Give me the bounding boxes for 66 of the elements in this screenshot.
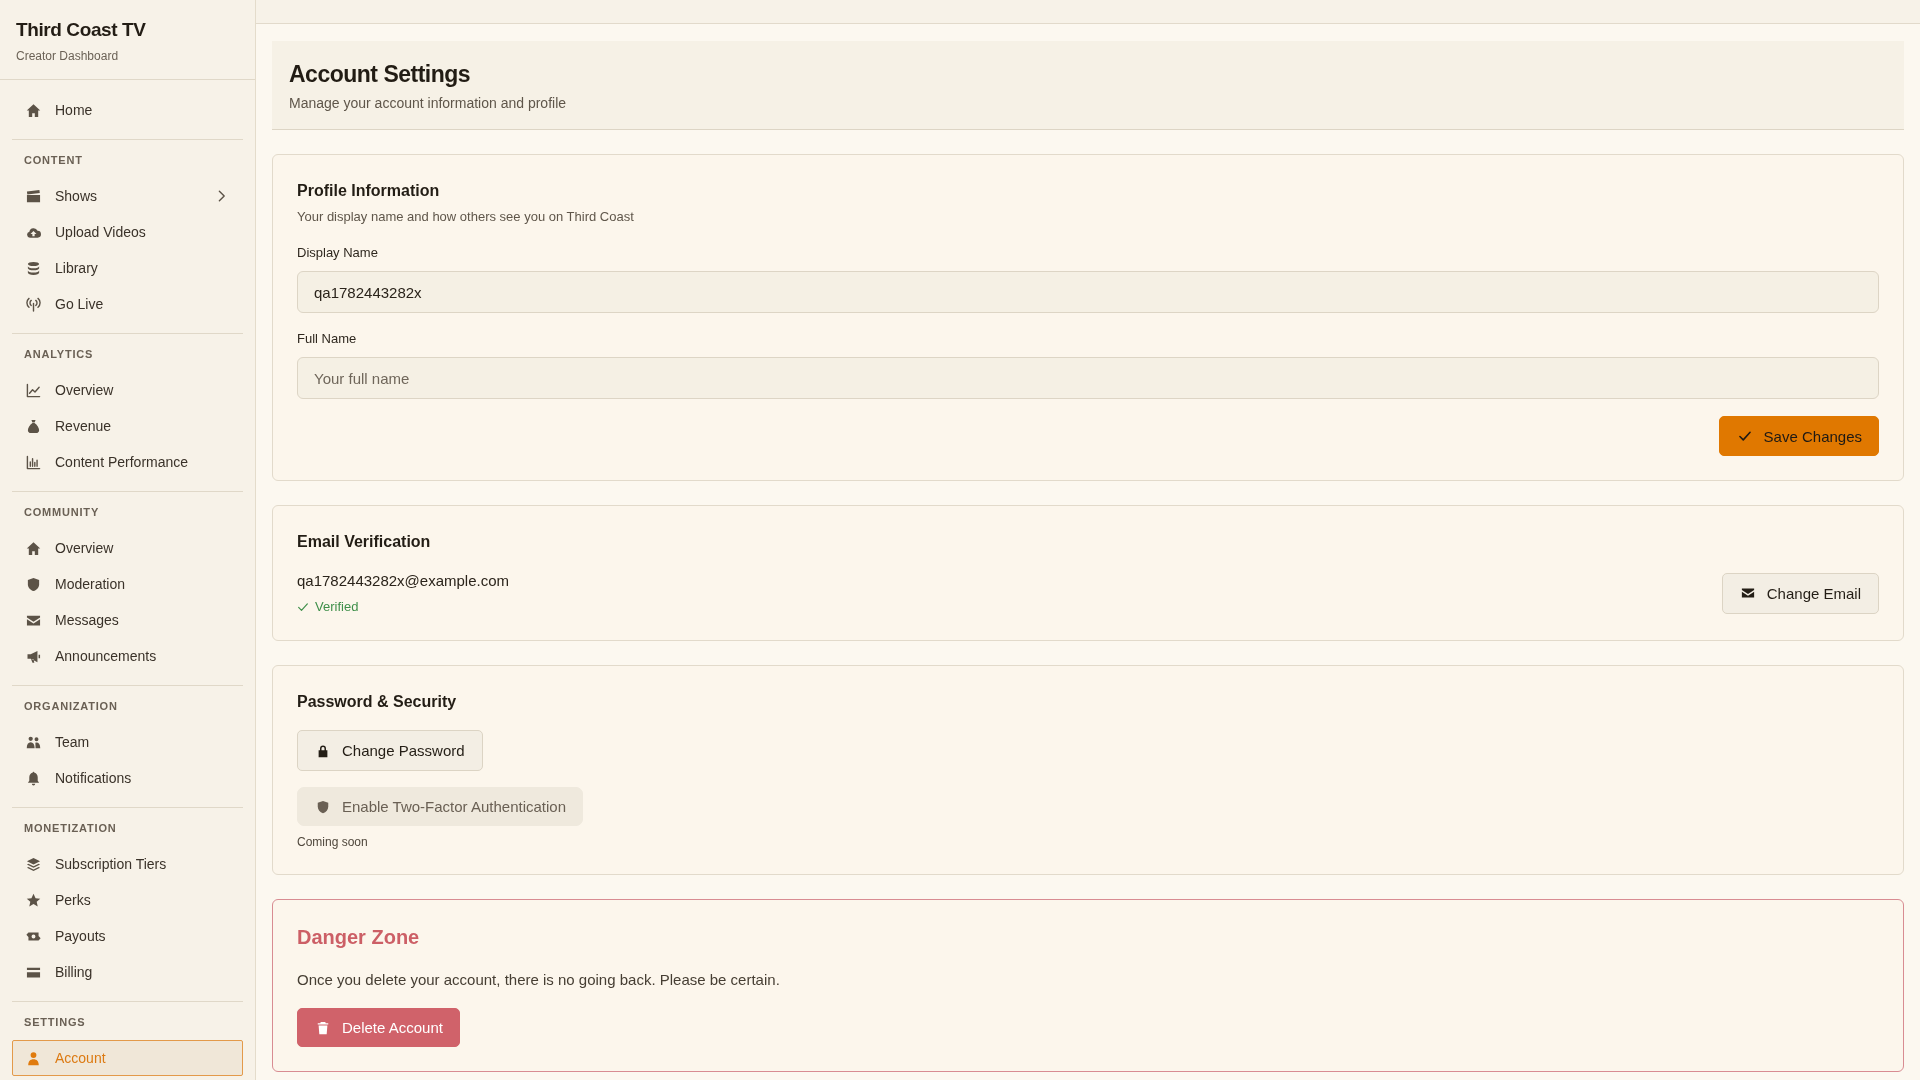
brand-subtitle: Creator Dashboard [16,48,120,64]
card-title: Email Verification [297,532,432,552]
nav-item[interactable]: Payouts [12,918,243,954]
card-subtitle: Your display name and how others see you on Third Coast [297,208,635,226]
money-bag-icon [26,418,41,434]
envelope-icon [1740,586,1755,600]
check-icon [1737,429,1752,443]
section-heading: COMMUNITY [23,505,101,520]
nav-item[interactable]: Library [12,250,243,286]
nav-item[interactable]: Shows [12,178,243,214]
section-heading: ORGANIZATION [23,699,119,714]
nav-item[interactable]: Billing [12,954,243,990]
field-label: Display Name [297,244,379,262]
home-icon [26,102,41,118]
page-title: Account Settings [289,60,472,88]
input-field[interactable]: qa1782443282x [297,271,1879,313]
nav-item[interactable]: Overview [12,530,243,566]
lock-icon [316,743,330,758]
trash-icon [316,1020,330,1035]
save-button[interactable]: Save Changes [1718,416,1879,456]
nav-item[interactable]: Perks [12,882,243,918]
nav-item[interactable]: Overview [12,372,243,408]
change-password-button[interactable]: Change Password [297,730,483,771]
nav-item[interactable]: Notifications [12,760,243,796]
input-field[interactable]: Your full name [297,357,1879,399]
nav-item[interactable]: Moderation [12,566,243,602]
line-chart-icon [26,382,41,398]
house-icon [26,540,41,556]
shield-icon [26,576,41,592]
brand-title: Third Coast TV [16,18,147,42]
card-title: Profile Information [297,181,441,201]
check-icon [297,601,309,613]
users-icon [26,734,41,750]
nav-item[interactable]: Home [12,92,243,128]
card-title: Password & Security [297,692,458,712]
change-email-button[interactable]: Change Email [1721,572,1879,614]
nav-item[interactable]: Upload Videos [12,214,243,250]
danger-title: Danger Zone [297,925,421,950]
section-heading: ANALYTICS [23,347,95,362]
delete-account-button[interactable]: Delete Account [297,1008,460,1047]
broadcast-icon [26,296,41,312]
database-icon [26,260,41,276]
bar-chart-icon [26,454,41,470]
nav-item[interactable]: Announcements [12,638,243,674]
email-address: qa1782443282x@example.com [297,571,510,591]
nav-item[interactable]: Subscription Tiers [12,846,243,882]
nav-item[interactable]: Messages [12,602,243,638]
section-heading: SETTINGS [23,1015,87,1030]
megaphone-icon [26,648,41,664]
shield-icon [316,799,330,814]
section-heading: MONETIZATION [23,821,118,836]
bell-icon [26,770,41,786]
verification-status: Verified [315,598,359,616]
danger-text: Once you delete your account, there is no going back. Please be certain. [297,970,781,990]
nav-item[interactable]: Go Live [12,286,243,322]
coming-soon-note: Coming soon [297,834,369,850]
clapperboard-icon [26,188,41,204]
nav-item[interactable]: Team [12,724,243,760]
page-subtitle: Manage your account information and profile [289,94,568,112]
layers-icon [26,856,41,872]
user-icon [26,1050,41,1066]
nav-item[interactable]: Revenue [12,408,243,444]
field-label: Full Name [297,330,358,348]
section-heading: CONTENT [23,153,84,168]
nav-item[interactable]: Content Performance [12,444,243,480]
star-icon [26,892,41,908]
